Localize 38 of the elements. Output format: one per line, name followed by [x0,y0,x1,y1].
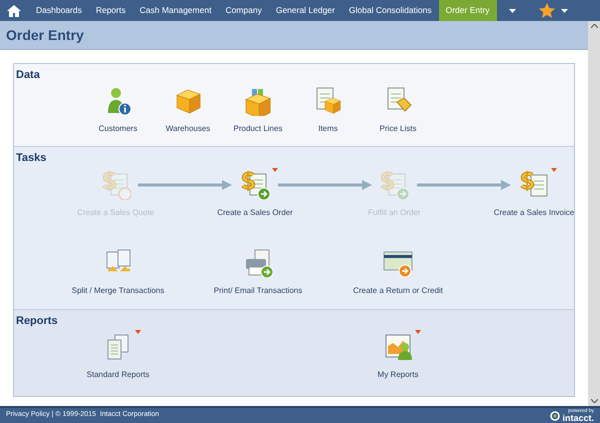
nav-tab[interactable]: General Ledger [268,0,342,21]
module-link[interactable]: Items [318,124,338,134]
brand-name: intacct. [562,414,594,422]
flow-arrow-icon [278,180,372,190]
section-heading: Tasks [15,151,48,166]
page-title: Order Entry [6,26,84,45]
menu-caret-icon[interactable] [135,330,141,334]
module-link[interactable]: Create a Sales Order [217,208,293,218]
menu-caret-icon[interactable] [415,330,421,334]
module-link[interactable]: Product Lines [234,124,282,134]
module-link[interactable]: Price Lists [380,124,416,134]
star-icon[interactable] [538,3,555,18]
nav-tab[interactable]: Cash Management [132,0,218,21]
section-heading: Data [15,68,41,83]
menu-caret-icon[interactable] [550,168,557,172]
flow-arrow-icon [138,180,232,190]
scrollbar[interactable] [588,21,600,406]
module-link[interactable]: Create a Sales Invoice [494,208,574,218]
module-link[interactable]: My Reports [378,370,418,380]
module-link[interactable]: Warehouses [166,124,210,134]
scroll-up-icon[interactable] [590,24,598,28]
scroll-down-icon[interactable] [590,399,598,403]
dropdown-caret-icon[interactable] [508,8,516,12]
module-link[interactable]: Print/ Email Transactions [214,286,302,296]
module-link[interactable]: Standard Reports [86,370,150,380]
module-link[interactable]: Create a Return or Credit [353,286,443,296]
section-heading: Reports [15,314,59,329]
nav-tab[interactable]: Dashboards [28,0,89,21]
nav-tab[interactable]: Global Consolidations [342,0,439,21]
home-icon[interactable] [7,4,21,16]
menu-caret-icon[interactable] [272,168,278,172]
dropdown-caret-icon[interactable] [560,8,568,12]
module-link[interactable]: Split / Merge Transactions [72,286,164,296]
module-link[interactable]: Customers [98,124,138,134]
brand-logo-icon [550,410,560,420]
flow-arrow-icon [416,180,511,190]
nav-tab[interactable]: Reports [88,0,133,21]
nav-tab[interactable]: Company [218,0,269,21]
